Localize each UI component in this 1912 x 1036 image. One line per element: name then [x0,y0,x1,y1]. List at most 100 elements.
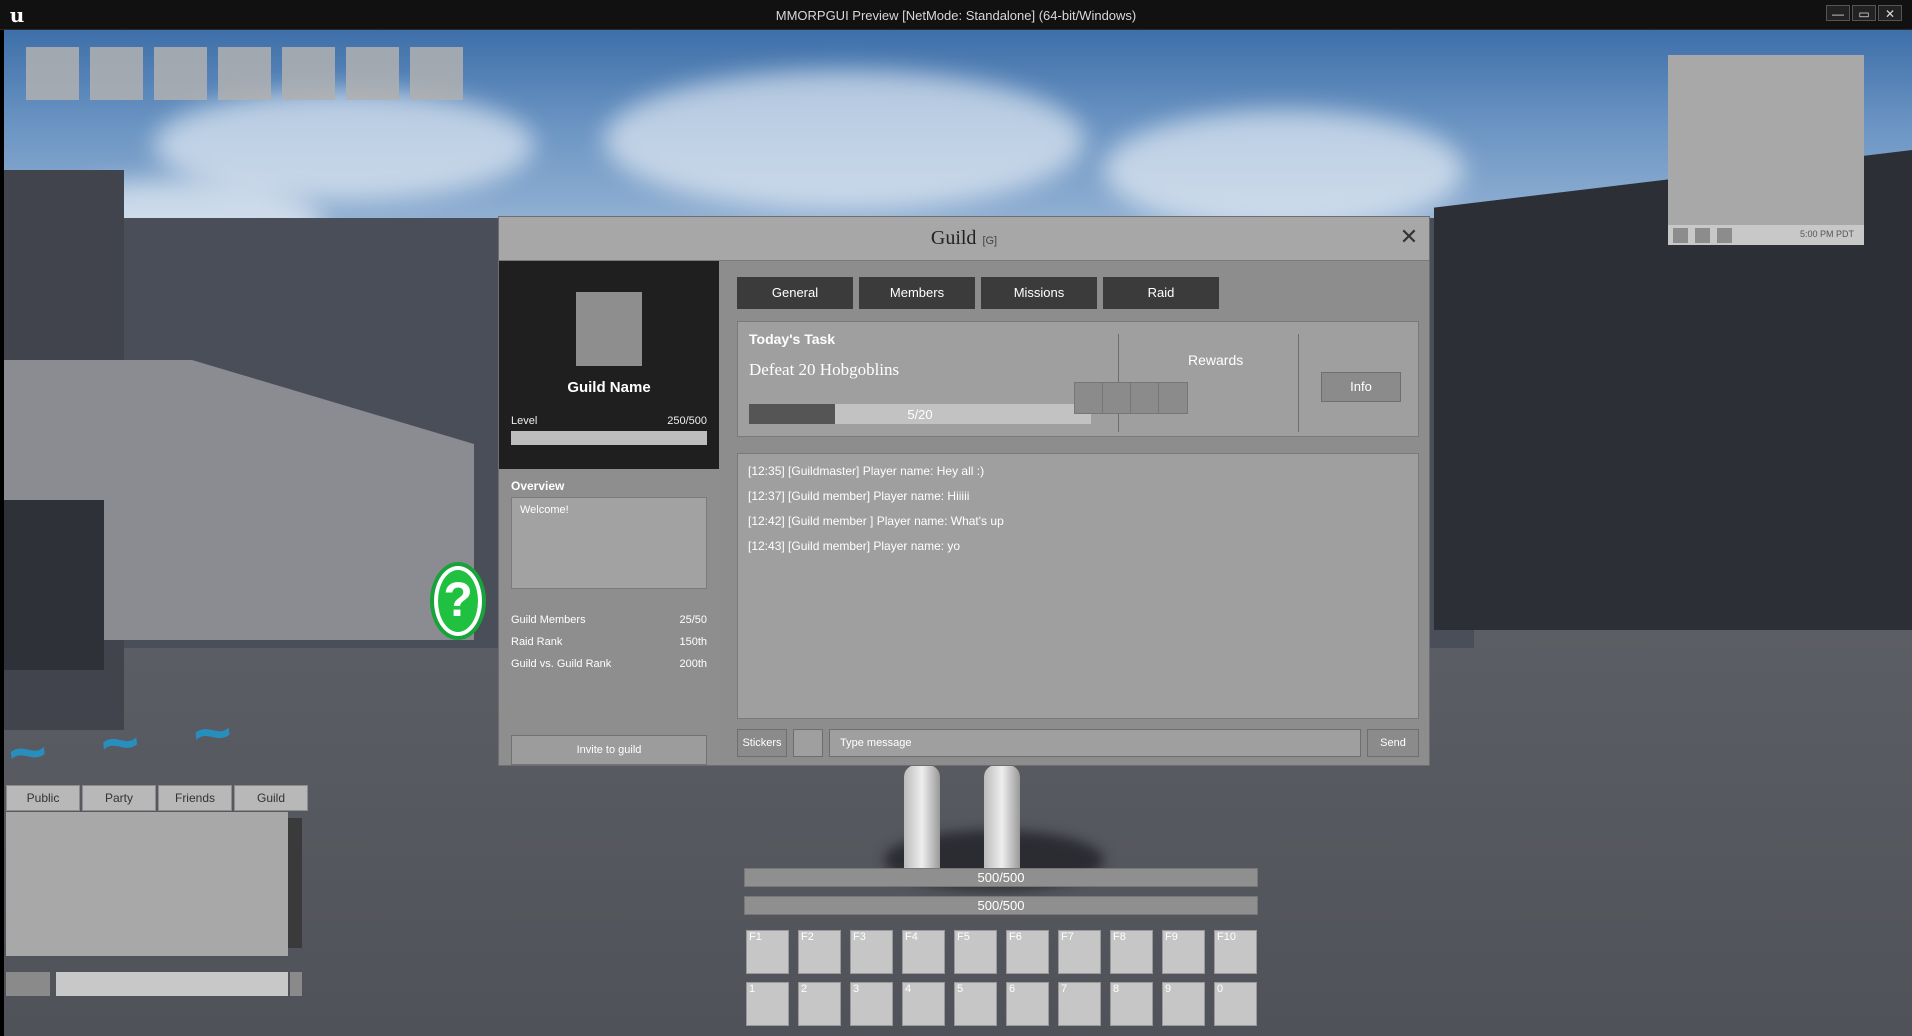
chat-message: [12:37] [Guild member] Player name: Hiii… [748,489,970,503]
minimap-button[interactable] [1695,228,1710,243]
dark-block [4,500,104,670]
chat-scrollbar[interactable] [288,818,302,948]
chat-box[interactable] [6,812,288,956]
minimap-bar: 5:00 PM PDT [1668,225,1864,245]
todays-task-panel: Today's Task Defeat 20 Hobgoblins 5/20 R… [737,321,1419,437]
hotkey-label: F7 [1061,931,1074,943]
skill-slot[interactable]: 2 [798,982,841,1026]
minimap-button[interactable] [1717,228,1732,243]
skill-slot[interactable]: F9 [1162,930,1205,974]
guild-hotkey: [G] [982,235,998,247]
chat-message: [12:42] [Guild member ] Player name: Wha… [748,514,1004,528]
hotkey-label: F3 [853,931,866,943]
reward-slot[interactable] [1158,382,1188,414]
buff-slot[interactable] [282,47,335,100]
hotkey-label: 0 [1217,983,1224,995]
chat-send-button[interactable] [290,972,302,996]
guild-window-title: Guild [G] [499,227,1429,250]
skill-slot[interactable]: F6 [1006,930,1049,974]
chat-tab-friends[interactable]: Friends [158,785,232,811]
game-viewport[interactable]: ~ ~ ~ ? 5:00 PM PDT Guild [G] ✕ Guild Na… [4,30,1912,1036]
minimap[interactable]: 5:00 PM PDT [1668,55,1864,245]
skill-bar-number: 1 2 3 4 5 6 7 8 9 0 [746,982,1257,1026]
stickers-button[interactable]: Stickers [737,729,787,757]
close-icon[interactable]: ✕ [1399,226,1419,248]
invite-to-guild-button[interactable]: Invite to guild [511,735,707,765]
buff-slot[interactable] [26,47,79,100]
skill-slot[interactable]: 7 [1058,982,1101,1026]
skill-slot[interactable]: 1 [746,982,789,1026]
guild-level-bar [511,431,707,445]
close-window-button[interactable]: ✕ [1878,5,1902,21]
hotkey-label: 6 [1009,983,1016,995]
guild-level-value: 250/500 [667,415,707,427]
chat-tab-party[interactable]: Party [82,785,156,811]
buff-slot[interactable] [90,47,143,100]
emoji-button[interactable] [793,729,823,757]
stat-label: Guild Members [511,614,586,626]
skill-slot[interactable]: 0 [1214,982,1257,1026]
skill-slot[interactable]: F10 [1214,930,1257,974]
hotkey-label: F10 [1217,931,1236,943]
skill-slot[interactable]: 4 [902,982,945,1026]
hotkey-label: F1 [749,931,762,943]
skill-slot[interactable]: 9 [1162,982,1205,1026]
skill-slot[interactable]: 5 [954,982,997,1026]
hotkey-label: F2 [801,931,814,943]
buff-slot[interactable] [154,47,207,100]
chat-channel-button[interactable] [6,972,50,996]
hotkey-label: F8 [1113,931,1126,943]
guild-chat-input-bar: Stickers Type message Send [737,729,1419,757]
guild-title-text: Guild [930,227,977,249]
window-title: MMORPGUI Preview [NetMode: Standalone] (… [775,8,1137,23]
tab-general[interactable]: General [737,277,853,309]
reward-slot[interactable] [1130,382,1160,414]
skill-slot[interactable]: 8 [1110,982,1153,1026]
task-progress-text: 5/20 [907,407,933,422]
chat-tab-public[interactable]: Public [6,785,80,811]
chat-tabs: Public Party Friends Guild [6,785,308,811]
minimap-button[interactable] [1673,228,1688,243]
stat-value: 25/50 [679,614,707,626]
window-titlebar: u MMORPGUI Preview [NetMode: Standalone]… [0,0,1912,30]
guild-chat-log[interactable]: [12:35] [Guildmaster] Player name: Hey a… [737,453,1419,719]
rewards-label: Rewards [1188,352,1244,368]
chat-input[interactable] [56,972,288,996]
hotkey-label: 8 [1113,983,1120,995]
guild-profile: Guild Name Level 250/500 [499,261,719,469]
tab-members[interactable]: Members [859,277,975,309]
stat-raid-rank: Raid Rank 150th [511,636,707,648]
chat-message: [12:35] [Guildmaster] Player name: Hey a… [748,464,985,478]
buff-slot[interactable] [346,47,399,100]
send-button[interactable]: Send [1367,729,1419,757]
buff-slot[interactable] [410,47,463,100]
reward-slot[interactable] [1074,382,1104,414]
skill-slot[interactable]: 6 [1006,982,1049,1026]
skill-slot[interactable]: F8 [1110,930,1153,974]
skill-slot[interactable]: F4 [902,930,945,974]
skill-slot[interactable]: F2 [798,930,841,974]
info-button[interactable]: Info [1321,372,1401,402]
question-mark-icon[interactable]: ? [430,562,486,640]
chat-tab-guild[interactable]: Guild [234,785,308,811]
message-input[interactable]: Type message [829,729,1361,757]
stat-label: Raid Rank [511,636,563,648]
health-bar: 500/500 [744,868,1258,887]
guild-emblem [576,292,642,366]
skill-slot[interactable]: F7 [1058,930,1101,974]
tab-raid[interactable]: Raid [1103,277,1219,309]
hotkey-label: F6 [1009,931,1022,943]
skill-slot[interactable]: F3 [850,930,893,974]
maximize-button[interactable]: ▭ [1852,5,1876,21]
tab-missions[interactable]: Missions [981,277,1097,309]
guild-sidebar: Guild Name Level 250/500 Overview Welcom… [499,261,719,765]
skill-slot[interactable]: 3 [850,982,893,1026]
task-progress-bar: 5/20 [749,404,1091,424]
minimize-button[interactable]: — [1826,5,1850,21]
guild-name: Guild Name [567,379,651,396]
buff-slot[interactable] [218,47,271,100]
guild-level-label: Level [511,415,538,427]
skill-slot[interactable]: F5 [954,930,997,974]
reward-slot[interactable] [1102,382,1132,414]
skill-slot[interactable]: F1 [746,930,789,974]
